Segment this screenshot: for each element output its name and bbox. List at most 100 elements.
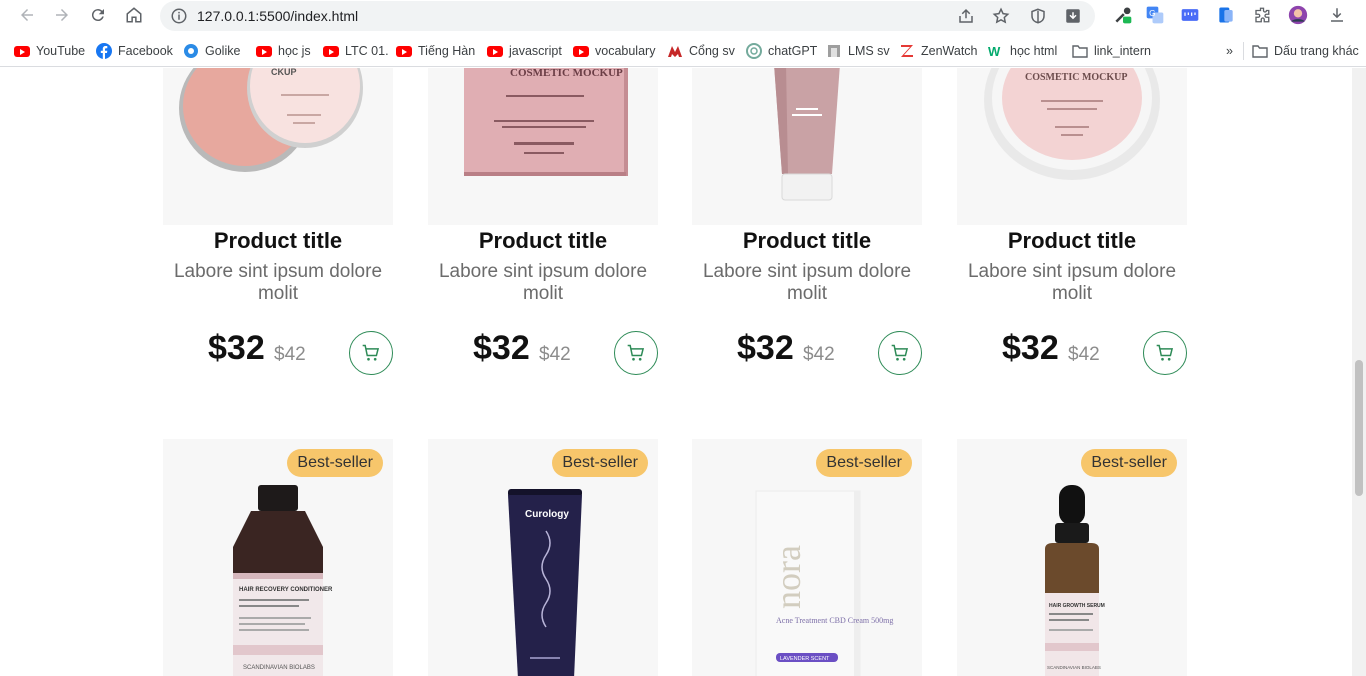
product-old-price: $42 [274, 344, 306, 365]
best-seller-badge: Best-seller [816, 449, 912, 477]
box-tag-text: LAVENDER SCENT [780, 656, 830, 662]
browser-toolbar: 127.0.0.1:5500/index.html G [0, 0, 1366, 32]
product-description: Labore sint ipsum dolore molit [173, 261, 383, 304]
product-price: $32 [473, 329, 530, 367]
home-button[interactable] [122, 3, 146, 27]
shield-icon[interactable] [1028, 6, 1048, 26]
w3schools-icon: W [988, 43, 1004, 59]
product-price: $32 [1002, 329, 1059, 367]
product-title: Product title [742, 228, 872, 253]
add-to-cart-button[interactable] [614, 331, 658, 375]
product-title: Product title [478, 228, 608, 253]
bookmark-link-intern[interactable]: link_intern [1072, 42, 1151, 60]
arrow-right-icon [56, 9, 68, 21]
bottle-brand-text: SCANDINAVIAN BIOLABS [243, 665, 315, 671]
youtube-icon [487, 43, 503, 59]
downloads-icon[interactable] [1327, 5, 1347, 25]
bookmark-javascript[interactable]: javascript [487, 42, 562, 60]
info-icon[interactable] [170, 7, 188, 25]
box-sub-text: Acne Treatment CBD Cream 500mg [776, 616, 893, 625]
home-icon [126, 7, 142, 23]
youtube-icon [396, 43, 412, 59]
download-ext-icon[interactable] [1063, 6, 1083, 26]
puzzle-extensions-icon[interactable] [1252, 5, 1272, 25]
add-to-cart-button[interactable] [349, 331, 393, 375]
add-to-cart-button[interactable] [1143, 331, 1187, 375]
youtube-icon [256, 43, 272, 59]
ruler-extension-icon[interactable] [1180, 5, 1200, 25]
product-old-price: $42 [539, 344, 571, 365]
shopping-cart-icon [627, 344, 645, 361]
product-price: $32 [737, 329, 794, 367]
product-old-price: $42 [1068, 344, 1100, 365]
facebook-icon [96, 43, 112, 59]
product-image[interactable]: COSMETIC MOCKUP [428, 68, 658, 225]
folder-icon [1072, 43, 1088, 59]
bookmark-golike[interactable]: Golike [183, 42, 240, 60]
product-description: Labore sint ipsum dolore molit [967, 261, 1177, 304]
forward-button[interactable] [50, 3, 74, 27]
bookmark-hoc-js[interactable]: học js [256, 42, 311, 60]
bottle-label-text: HAIR RECOVERY CONDITIONER [239, 587, 333, 593]
bookmark-vocabulary[interactable]: vocabulary [573, 42, 655, 60]
profile-avatar[interactable] [1288, 5, 1308, 25]
translate-extension-icon[interactable]: G [1145, 5, 1165, 25]
svg-text:G: G [1149, 8, 1155, 18]
add-to-cart-button[interactable] [878, 331, 922, 375]
share-icon[interactable] [956, 6, 976, 26]
zenwatch-icon [899, 43, 915, 59]
box-brand-text: nora [768, 545, 808, 609]
best-seller-badge: Best-seller [287, 449, 383, 477]
product-description: Labore sint ipsum dolore molit [438, 261, 648, 304]
page-scrollbar[interactable] [1352, 68, 1366, 676]
other-bookmarks[interactable]: Dấu trang khác [1252, 42, 1359, 60]
product-price: $32 [208, 329, 265, 367]
product-image[interactable]: CKUP [163, 68, 393, 225]
bookmark-chatgpt[interactable]: chatGPT [746, 42, 817, 60]
product-image[interactable] [692, 68, 922, 225]
best-seller-badge: Best-seller [1081, 449, 1177, 477]
box-print-text: COSMETIC MOCKUP [510, 68, 623, 79]
bookmark-facebook[interactable]: Facebook [96, 42, 173, 60]
svg-text:W: W [988, 44, 1001, 59]
lms-icon [826, 43, 842, 59]
youtube-icon [14, 43, 30, 59]
shopping-cart-icon [362, 344, 380, 361]
address-bar[interactable]: 127.0.0.1:5500/index.html [160, 1, 1095, 31]
reload-button[interactable] [86, 3, 110, 27]
bookmark-youtube[interactable]: YouTube [14, 42, 85, 60]
shopping-cart-icon [1156, 344, 1174, 361]
bookmark-lms-sv[interactable]: LMS sv [826, 42, 890, 60]
serum-brand-text: SCANDINAVIAN BIOLABS [1047, 665, 1101, 670]
folder-icon [1252, 43, 1268, 59]
bookmark-hoc-html[interactable]: W học html [988, 42, 1057, 60]
bookmark-ltc[interactable]: LTC 01. [323, 42, 389, 60]
svg-text:CKUP: CKUP [271, 68, 297, 77]
product-title: Product title [213, 228, 343, 253]
back-button[interactable] [15, 3, 39, 27]
bookmark-tieng-han[interactable]: Tiếng Hàn [396, 42, 475, 60]
page-viewport: CKUP Product title Labore sint ipsum dol… [0, 68, 1352, 676]
product-image[interactable]: COSMETIC MOCKUP [957, 68, 1187, 225]
shopping-cart-icon [891, 344, 909, 361]
jar-print-text: COSMETIC MOCKUP [1025, 72, 1128, 83]
openai-icon [746, 43, 762, 59]
tab-extension-icon[interactable] [1216, 5, 1236, 25]
bookmarks-divider [1243, 42, 1244, 60]
bookmark-star-icon[interactable] [991, 6, 1011, 26]
bookmark-cong-sv[interactable]: Cổng sv [667, 42, 735, 60]
scrollbar-thumb[interactable] [1355, 360, 1363, 496]
eyedropper-extension-icon[interactable] [1113, 5, 1133, 25]
youtube-icon [323, 43, 339, 59]
product-old-price: $42 [803, 344, 835, 365]
arrow-left-icon [21, 9, 33, 21]
youtube-icon [573, 43, 589, 59]
best-seller-badge: Best-seller [552, 449, 648, 477]
bookmarks-bar: YouTube Facebook Golike học js LTC 01. T… [0, 34, 1366, 67]
bookmark-zenwatch[interactable]: ZenWatch [899, 42, 978, 60]
reload-icon [91, 9, 104, 22]
serum-label-text: HAIR GROWTH SERUM [1049, 603, 1105, 609]
url-text: 127.0.0.1:5500/index.html [197, 8, 359, 24]
more-bookmarks-button[interactable]: » [1226, 42, 1233, 60]
product-title: Product title [1007, 228, 1137, 253]
